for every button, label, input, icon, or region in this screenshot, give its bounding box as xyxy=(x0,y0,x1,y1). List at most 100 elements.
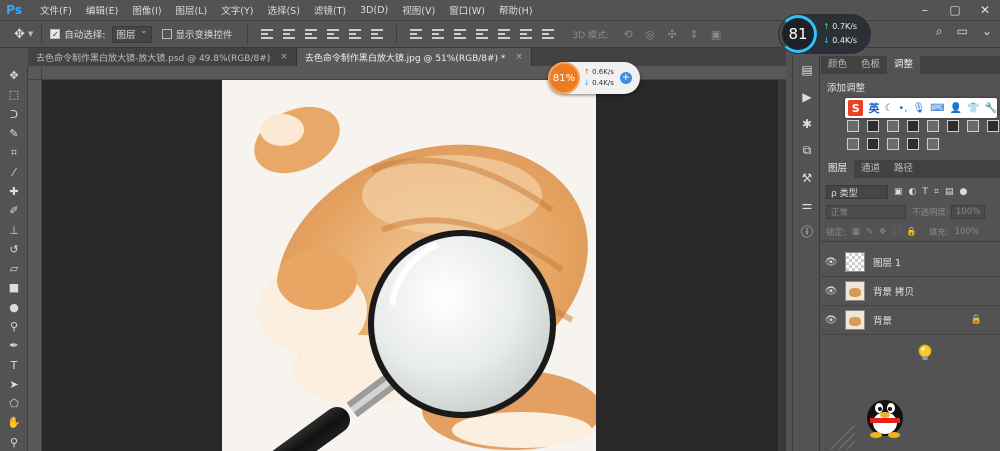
layer-kind-filter[interactable]: ρ 类型 xyxy=(826,185,888,199)
lock-paint-icon[interactable]: ✎ xyxy=(866,227,873,237)
tab-paths[interactable]: 路径 xyxy=(887,160,920,178)
shape-filter-icon[interactable]: ⌗ xyxy=(934,187,939,197)
tab-color[interactable]: 颜色 xyxy=(821,56,854,74)
punctuation-icon[interactable]: •, xyxy=(898,103,907,114)
plus-icon[interactable]: + xyxy=(619,72,632,84)
healing-brush-tool-icon[interactable]: ✚ xyxy=(0,182,28,201)
user-icon[interactable]: 👤 xyxy=(950,103,962,114)
filter-toggle-icon[interactable]: ● xyxy=(959,187,967,197)
distribute-right-icon[interactable] xyxy=(519,28,532,40)
tool-presets-icon[interactable]: ⚒ xyxy=(793,164,821,191)
move-tool-icon[interactable]: ✥ xyxy=(14,27,25,42)
lock-pixels-icon[interactable]: ▦ xyxy=(852,227,860,237)
adjustment-filter-icon[interactable]: ◐ xyxy=(909,187,917,197)
rotate-3d-icon[interactable]: ⟲ xyxy=(621,27,635,41)
blend-mode-dropdown[interactable]: 正常 xyxy=(826,205,906,219)
properties-icon[interactable]: ⚌ xyxy=(793,191,821,218)
vertical-scrollbar[interactable] xyxy=(778,80,786,451)
vibrance-icon[interactable] xyxy=(927,120,939,132)
type-filter-icon[interactable]: T xyxy=(922,187,928,197)
opacity-field[interactable]: 100% xyxy=(950,205,985,219)
chevron-down-icon[interactable]: ▼ xyxy=(28,30,33,38)
color-balance-icon[interactable] xyxy=(967,120,979,132)
marquee-tool-icon[interactable]: ⬚ xyxy=(0,85,28,104)
clone-stamp-tool-icon[interactable]: ⊥ xyxy=(0,220,28,239)
slide-3d-icon[interactable]: ⇕ xyxy=(687,27,701,41)
pen-tool-icon[interactable]: ✒ xyxy=(0,336,28,355)
resize-grip-icon[interactable] xyxy=(826,420,856,450)
lock-all-icon[interactable]: 🔒 xyxy=(906,227,917,237)
close-icon[interactable]: ✕ xyxy=(970,0,1000,20)
microphone-icon[interactable]: 🎙 xyxy=(913,103,926,114)
brush-panel-icon[interactable]: ✱ xyxy=(793,110,821,137)
channel-mixer-icon[interactable] xyxy=(867,138,879,150)
info-icon[interactable]: ⓘ xyxy=(793,218,821,245)
eye-icon[interactable]: 👁 xyxy=(821,286,841,297)
tab-layers[interactable]: 图层 xyxy=(821,160,855,178)
cat-photo[interactable] xyxy=(222,80,596,451)
brush-tool-icon[interactable]: ✐ xyxy=(0,201,28,220)
layer-row[interactable]: 👁 背景 拷贝 xyxy=(821,277,1000,306)
layer-row[interactable]: 👁 图层 1 xyxy=(821,248,1000,277)
align-bottom-icon[interactable] xyxy=(304,28,317,40)
menu-filter[interactable]: 滤镜(T) xyxy=(307,3,353,17)
distribute-top-icon[interactable] xyxy=(409,28,422,40)
shape-tool-icon[interactable]: ⬠ xyxy=(0,394,28,413)
document-tab-active[interactable]: 去色命令制作黑白放大镜.jpg @ 51%(RGB/8#) * × xyxy=(296,48,532,66)
tab-close-icon[interactable]: × xyxy=(515,52,523,62)
menu-type[interactable]: 文字(Y) xyxy=(214,3,260,17)
curves-icon[interactable] xyxy=(887,120,899,132)
ime-toolbar[interactable]: S 英 ☾ •, 🎙 ⌨ 👤 👕 🔧 xyxy=(845,98,997,118)
eye-icon[interactable]: 👁 xyxy=(821,315,841,326)
tab-swatches[interactable]: 色板 xyxy=(854,56,887,74)
roll-3d-icon[interactable]: ◎ xyxy=(643,27,657,41)
menu-layer[interactable]: 图层(L) xyxy=(169,3,215,17)
auto-select-dropdown[interactable]: 图层 xyxy=(111,25,152,43)
horizontal-ruler[interactable] xyxy=(42,66,786,80)
history-brush-tool-icon[interactable]: ↺ xyxy=(0,240,28,259)
moon-icon[interactable]: ☾ xyxy=(884,103,893,114)
speed-badge[interactable]: 81% ↑ 0.6K/s ↓ 0.4K/s + xyxy=(548,62,640,94)
quick-select-tool-icon[interactable]: ✎ xyxy=(0,124,28,143)
tab-adjustments[interactable]: 调整 xyxy=(887,56,921,74)
smart-object-filter-icon[interactable]: ▤ xyxy=(945,187,954,197)
auto-select-checkbox[interactable]: ✓ xyxy=(50,29,61,39)
invert-icon[interactable] xyxy=(907,138,919,150)
qq-penguin-icon[interactable] xyxy=(862,390,908,438)
levels-icon[interactable] xyxy=(867,120,879,132)
minimize-icon[interactable]: – xyxy=(910,0,940,20)
type-tool-icon[interactable]: T xyxy=(0,355,28,374)
menu-file[interactable]: 文件(F) xyxy=(33,3,79,17)
color-lookup-icon[interactable] xyxy=(887,138,899,150)
exposure-icon[interactable] xyxy=(907,120,919,132)
drag-3d-icon[interactable]: ✣ xyxy=(665,27,679,41)
align-vcenter-icon[interactable] xyxy=(282,28,295,40)
maximize-icon[interactable]: ▢ xyxy=(940,0,970,20)
menu-edit[interactable]: 编辑(E) xyxy=(79,3,125,17)
eraser-tool-icon[interactable]: ▱ xyxy=(0,259,28,278)
menu-select[interactable]: 选择(S) xyxy=(260,3,306,17)
lock-position-icon[interactable]: ✥ xyxy=(879,227,886,237)
distribute-left-icon[interactable] xyxy=(475,28,488,40)
distribute-vcenter-icon[interactable] xyxy=(431,28,444,40)
move-tool-icon[interactable]: ✥ xyxy=(0,66,28,85)
lightbulb-icon[interactable] xyxy=(917,344,933,362)
vertical-ruler[interactable] xyxy=(28,80,42,451)
eye-icon[interactable]: 👁 xyxy=(821,257,841,268)
hand-tool-icon[interactable]: ✋ xyxy=(0,413,28,432)
crop-tool-icon[interactable]: ⌗ xyxy=(0,143,28,162)
show-transform-checkbox[interactable] xyxy=(161,29,172,39)
layer-row[interactable]: 👁 背景 🔒 xyxy=(821,306,1000,335)
lasso-tool-icon[interactable]: ᑐ xyxy=(0,105,28,124)
document-canvas[interactable] xyxy=(42,80,786,451)
black-white-icon[interactable] xyxy=(987,120,999,132)
chevron-down-icon[interactable]: ⌄ xyxy=(982,24,992,39)
menu-help[interactable]: 帮助(H) xyxy=(492,3,540,17)
actions-panel-icon[interactable]: ▶ xyxy=(793,83,821,110)
zoom-tool-icon[interactable]: ⚲ xyxy=(0,433,28,451)
distribute-hcenter-icon[interactable] xyxy=(497,28,510,40)
align-right-icon[interactable] xyxy=(370,28,383,40)
blur-tool-icon[interactable]: ● xyxy=(0,298,28,317)
network-speed-widget[interactable]: 81 ↑ 0.7K/s ↓ 0.4K/s xyxy=(777,13,872,55)
posterize-icon[interactable] xyxy=(927,138,939,150)
